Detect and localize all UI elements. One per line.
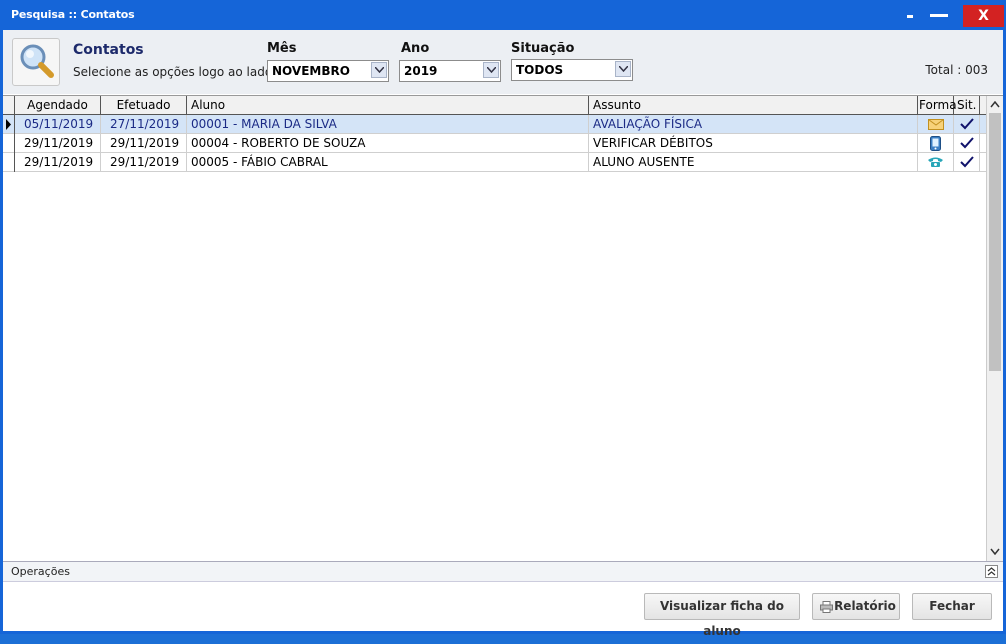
- cell-aluno: 00001 - MARIA DA SILVA: [187, 115, 589, 134]
- close-window-button[interactable]: X: [963, 5, 1004, 27]
- cell-agendado: 29/11/2019: [15, 134, 101, 153]
- cell-assunto: ALUNO AUSENTE: [589, 153, 918, 172]
- cell-aluno: 00005 - FÁBIO CABRAL: [187, 153, 589, 172]
- cell-efetuado: 29/11/2019: [101, 134, 187, 153]
- scroll-down-icon[interactable]: [990, 548, 1000, 555]
- status-select[interactable]: TODOS: [511, 59, 633, 81]
- scroll-up-icon[interactable]: [990, 101, 1000, 108]
- cell-agendado: 05/11/2019: [15, 115, 101, 134]
- month-label: Mês: [267, 41, 297, 56]
- column-sit[interactable]: Sit.: [954, 96, 980, 114]
- column-efetuado[interactable]: Efetuado: [101, 96, 187, 114]
- page-subtitle: Selecione as opções logo ao lado: [73, 65, 273, 79]
- close-button[interactable]: Fechar: [912, 593, 992, 620]
- cell-sit: [954, 134, 980, 153]
- header-panel: Contatos Selecione as opções logo ao lad…: [3, 30, 1003, 94]
- cell-forma: [918, 153, 954, 172]
- chevron-down-icon[interactable]: [483, 62, 499, 78]
- row-indicator: [3, 134, 15, 153]
- search-logo-icon: [12, 38, 60, 86]
- report-button[interactable]: Relatório: [812, 593, 900, 620]
- column-forma[interactable]: Forma: [918, 96, 957, 114]
- row-indicator: [3, 153, 15, 172]
- cell-assunto: AVALIAÇÃO FÍSICA: [589, 115, 918, 134]
- cell-agendado: 29/11/2019: [15, 153, 101, 172]
- report-button-label: Relatório: [834, 599, 896, 613]
- collapse-icon[interactable]: [985, 565, 998, 578]
- page-title: Contatos: [73, 42, 144, 58]
- cell-efetuado: 29/11/2019: [101, 153, 187, 172]
- cell-forma: [918, 134, 954, 153]
- cell-efetuado: 27/11/2019: [101, 115, 187, 134]
- column-aluno[interactable]: Aluno: [187, 96, 589, 114]
- table-row[interactable]: 29/11/2019 29/11/2019 00004 - ROBERTO DE…: [3, 134, 986, 153]
- column-assunto[interactable]: Assunto: [589, 96, 918, 114]
- operations-label: Operações: [11, 565, 70, 578]
- cell-aluno: 00004 - ROBERTO DE SOUZA: [187, 134, 589, 153]
- check-icon: [960, 137, 974, 149]
- client-area: Contatos Selecione as opções logo ao lad…: [3, 30, 1003, 638]
- operations-bar[interactable]: Operações: [3, 561, 1003, 582]
- cell-sit: [954, 153, 980, 172]
- minimize-small-button[interactable]: [901, 4, 919, 26]
- table-row[interactable]: 29/11/2019 29/11/2019 00005 - FÁBIO CABR…: [3, 153, 986, 172]
- mobile-phone-icon: [930, 136, 941, 151]
- title-bar[interactable]: Pesquisa :: Contatos X: [0, 0, 1006, 30]
- vertical-scrollbar[interactable]: [986, 96, 1003, 561]
- email-icon: [928, 119, 944, 130]
- status-label: Situação: [511, 41, 575, 56]
- telephone-icon: [928, 157, 943, 167]
- status-value: TODOS: [516, 63, 564, 77]
- cell-assunto: VERIFICAR DÉBITOS: [589, 134, 918, 153]
- check-icon: [960, 156, 974, 168]
- contacts-grid[interactable]: Agendado Efetuado Aluno Assunto Forma Si…: [3, 95, 1003, 561]
- window-title: Pesquisa :: Contatos: [11, 8, 135, 21]
- row-indicator: [3, 115, 15, 134]
- scrollbar-thumb[interactable]: [989, 113, 1001, 371]
- view-student-button[interactable]: Visualizar ficha do aluno: [644, 593, 800, 638]
- year-value: 2019: [404, 64, 438, 78]
- column-agendado[interactable]: Agendado: [15, 96, 101, 114]
- printer-icon: [820, 601, 833, 613]
- total-count: Total : 003: [925, 63, 988, 77]
- check-icon: [960, 118, 974, 130]
- month-value: NOVEMBRO: [272, 64, 350, 78]
- window: Pesquisa :: Contatos X Contatos Selecion…: [0, 0, 1006, 638]
- grid-header: Agendado Efetuado Aluno Assunto Forma Si…: [3, 96, 986, 115]
- cell-sit: [954, 115, 980, 134]
- chevron-down-icon[interactable]: [371, 62, 387, 78]
- chevron-down-icon[interactable]: [615, 61, 631, 77]
- month-select[interactable]: NOVEMBRO: [267, 60, 389, 82]
- year-select[interactable]: 2019: [399, 60, 501, 82]
- year-label: Ano: [401, 41, 430, 56]
- table-row[interactable]: 05/11/2019 27/11/2019 00001 - MARIA DA S…: [3, 115, 986, 134]
- cell-forma: [918, 115, 954, 134]
- header-indicator: [3, 96, 15, 114]
- minimize-button[interactable]: [928, 4, 950, 26]
